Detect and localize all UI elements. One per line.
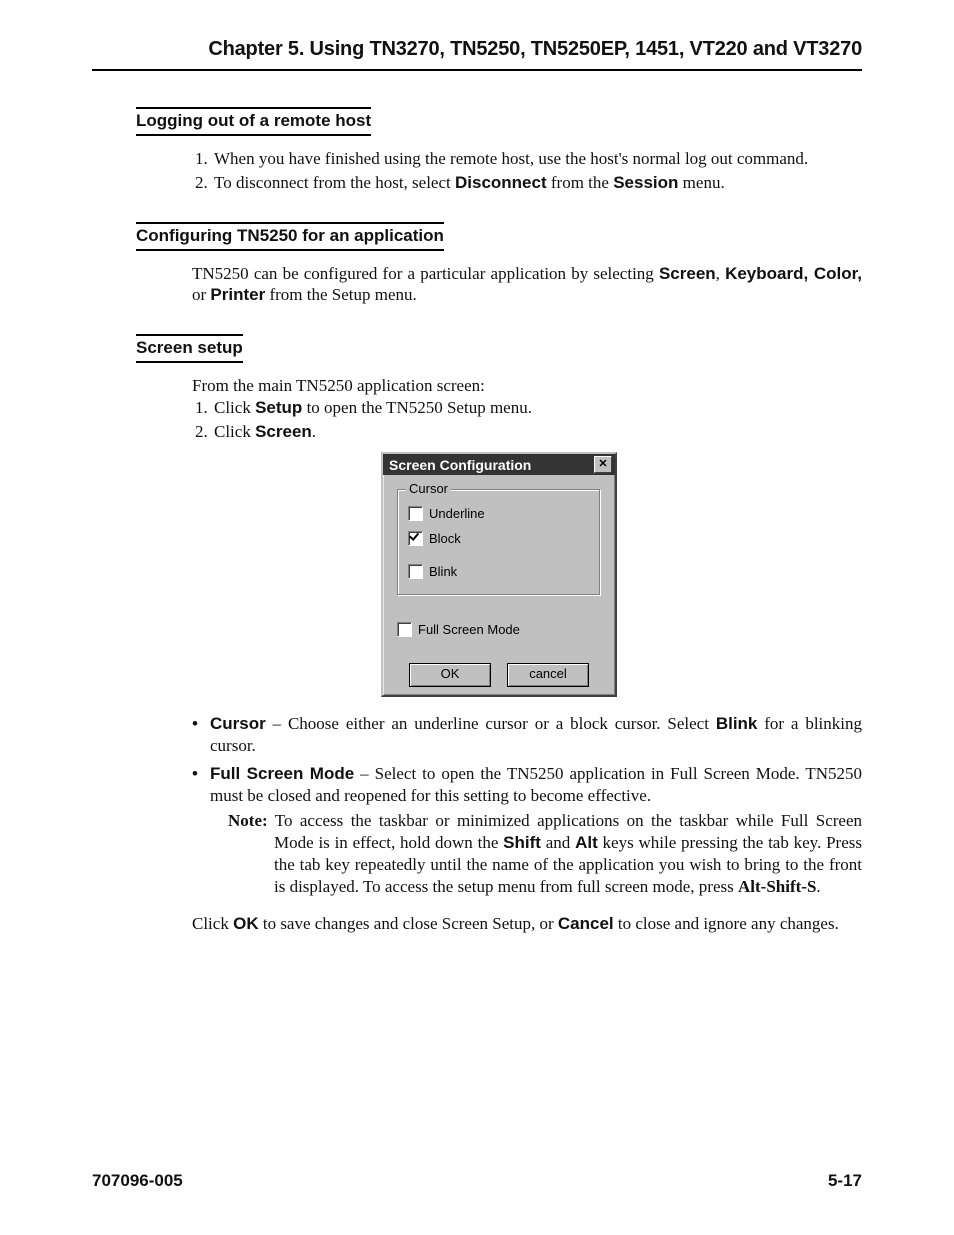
list-item: Click Setup to open the TN5250 Setup men… [212,397,862,419]
dialog-button-row: OK cancel [383,657,615,695]
bold-term: Alt [575,833,598,852]
checkbox[interactable] [397,622,412,637]
list-text: . [312,422,316,441]
list-text: from the [547,173,614,192]
checkbox-row-underline[interactable]: Underline [408,506,590,521]
checkbox-label: Block [429,531,461,546]
bullet-item-cursor: Cursor – Choose either an underline curs… [192,713,862,757]
list-item: Click Screen. [212,421,862,443]
paragraph: From the main TN5250 application screen: [192,375,862,397]
para-text: from the Setup menu. [265,285,417,304]
bold-term: Alt-Shift-S [738,877,816,896]
para-text: to save changes and close Screen Setup, … [259,914,558,933]
section-configuring: Configuring TN5250 for an application TN… [136,222,862,307]
bold-term: Printer [210,285,265,304]
document-page: Chapter 5. Using TN3270, TN5250, TN5250E… [0,0,954,1235]
checkbox[interactable] [408,506,423,521]
section-heading: Configuring TN5250 for an application [136,222,444,251]
bold-term: OK [233,914,259,933]
page-footer: 707096-005 5-17 [92,1171,862,1191]
list-item: To disconnect from the host, select Disc… [212,172,862,194]
chapter-title: Chapter 5. Using TN3270, TN5250, TN5250E… [92,38,862,71]
bold-term: Cursor [210,714,266,733]
note-label: Note: [228,811,268,830]
screen-configuration-dialog: Screen Configuration ✕ Cursor Underline … [381,452,617,697]
dialog-title-text: Screen Configuration [389,457,531,473]
cursor-groupbox: Cursor Underline Block Blink [397,489,601,596]
section-heading: Screen setup [136,334,243,363]
doc-number: 707096-005 [92,1171,183,1191]
section-logging-out: Logging out of a remote host When you ha… [136,107,862,194]
bold-term: Blink [716,714,758,733]
checkbox-label: Full Screen Mode [418,622,520,637]
checkbox-row-blink[interactable]: Blink [408,564,590,579]
checkbox[interactable] [408,531,423,546]
close-icon[interactable]: ✕ [594,456,612,473]
list-text: menu. [678,173,724,192]
note-block: Note: To access the taskbar or minimized… [210,810,862,897]
closing-paragraph: Click OK to save changes and close Scree… [192,913,862,935]
para-text: or [192,285,210,304]
para-text: Click [192,914,233,933]
section-screen-setup: Screen setup From the main TN5250 applic… [136,334,862,935]
bold-term: Screen [255,422,312,441]
checkbox-label: Underline [429,506,485,521]
bullet-text: – Choose either an underline cursor or a… [266,714,716,733]
paragraph: TN5250 can be configured for a particula… [192,263,862,307]
bold-term: Keyboard, Color, [725,264,862,283]
dialog-figure: Screen Configuration ✕ Cursor Underline … [136,452,862,697]
ordered-list: When you have finished using the remote … [136,148,862,194]
bold-term: Session [613,173,678,192]
bold-term: Cancel [558,914,614,933]
groupbox-title: Cursor [406,481,451,496]
bold-term: Disconnect [455,173,547,192]
dialog-titlebar: Screen Configuration ✕ [383,454,615,475]
bold-term: Screen [659,264,716,283]
para-text: TN5250 can be configured for a particula… [192,264,659,283]
list-text: to open the TN5250 Setup menu. [302,398,532,417]
para-text: , [716,264,725,283]
list-text: To disconnect from the host, select [214,173,455,192]
note-text: and [541,833,575,852]
bullet-item-fullscreen: Full Screen Mode – Select to open the TN… [192,763,862,898]
checkbox[interactable] [408,564,423,579]
note-text: . [816,877,820,896]
bullet-list: Cursor – Choose either an underline curs… [136,713,862,897]
bold-term: Setup [255,398,302,417]
bold-term: Full Screen Mode [210,764,354,783]
list-text: Click [214,422,255,441]
checkbox-row-fullscreen[interactable]: Full Screen Mode [397,622,601,637]
section-heading: Logging out of a remote host [136,107,371,136]
page-number: 5-17 [828,1171,862,1191]
bold-term: Shift [503,833,541,852]
ordered-list: Click Setup to open the TN5250 Setup men… [136,397,862,443]
ok-button[interactable]: OK [409,663,491,687]
checkbox-label: Blink [429,564,457,579]
list-text: Click [214,398,255,417]
checkbox-row-block[interactable]: Block [408,531,590,546]
para-text: to close and ignore any changes. [614,914,839,933]
list-item: When you have finished using the remote … [212,148,862,170]
list-text: When you have finished using the remote … [214,149,808,168]
cancel-button[interactable]: cancel [507,663,589,687]
dialog-body: Cursor Underline Block Blink [383,475,615,657]
